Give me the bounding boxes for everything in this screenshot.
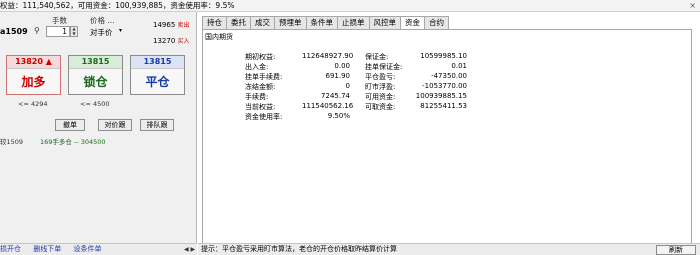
order-panel: a1509 ⚲ 手数 1 ▲ ▼ 价格 ... 对手价 ▾ 14965 卖出 13…: [0, 12, 197, 255]
funds-label: 当前权益:: [245, 103, 276, 111]
funds-value: 9.50%: [327, 112, 350, 120]
buy-price: 13820 ▲: [7, 56, 60, 69]
sell-price: 13815: [69, 56, 122, 69]
follow-queue-price-button[interactable]: 排队跟: [140, 119, 174, 131]
tab-preset-orders[interactable]: 预埋单: [274, 16, 307, 29]
funds-label: 挂单手续费:: [245, 73, 283, 81]
status-bar: 提示：平仓盈亏采用盯市算法，老仓的开仓价格取昨结算价计算 刷新: [198, 243, 700, 255]
funds-row: 盯市浮盈: -1053770.00: [365, 82, 467, 92]
funds-row: 当前权益: 111540562.16: [245, 102, 353, 112]
pane-scroll-arrows[interactable]: ◀ ▶: [184, 246, 195, 253]
funds-row: 保证金: 10599985.10: [365, 52, 467, 62]
qty-input[interactable]: 1: [46, 26, 70, 37]
sell-label: 锁仓: [83, 75, 108, 89]
chevron-down-icon[interactable]: ▾: [119, 27, 122, 34]
tab-risk-control[interactable]: 风控单: [368, 16, 401, 29]
close-position-button[interactable]: 13815 平仓: [130, 55, 185, 95]
close-icon[interactable]: ×: [689, 0, 696, 11]
funds-label: 出入金:: [245, 63, 269, 71]
funds-label: 冻结金额:: [245, 83, 276, 91]
funds-row: 冻结金额: 0: [245, 82, 350, 92]
funds-label: 挂单保证金:: [365, 63, 403, 71]
funds-label: 保证金:: [365, 53, 389, 61]
status-hint: 提示：平仓盈亏采用盯市算法，老仓的开仓价格取昨结算价计算: [201, 245, 397, 253]
price-type-select[interactable]: 对手价: [90, 27, 113, 38]
funds-row: 平仓盈亏: -47350.00: [365, 72, 467, 82]
funds-value: -1053770.00: [422, 82, 467, 90]
funds-label: 可取资金:: [365, 103, 396, 111]
qty-label: 手数: [52, 16, 67, 25]
buy-limit: <= 4294: [18, 100, 48, 108]
bid-price: 13270: [153, 37, 176, 45]
funds-value: -47350.00: [431, 72, 467, 80]
funds-value: 81255411.53: [420, 102, 467, 110]
funds-group-label: 国内期货: [205, 33, 233, 41]
funds-row: 可用资金: 100939885.15: [365, 92, 467, 102]
qty-stepper[interactable]: ▲ ▼: [70, 26, 78, 37]
funds-value: 0.01: [451, 62, 467, 70]
funds-panel: 国内期货 期初权益: 112648927.90 出入金: 0.00 挂单手续费:…: [202, 29, 692, 247]
funds-label: 平仓盈亏:: [365, 73, 396, 81]
funds-label: 盯市浮盈:: [365, 83, 396, 91]
position-contract[interactable]: 较1509: [0, 136, 23, 146]
funds-row: 期初权益: 112648927.90: [245, 52, 353, 62]
contract-code[interactable]: a1509: [0, 27, 28, 36]
tab-contracts[interactable]: 合约: [424, 16, 449, 29]
funds-value: 7245.74: [321, 92, 350, 100]
funds-label: 手续费:: [245, 93, 269, 101]
funds-row: 出入金: 0.00: [245, 62, 350, 72]
tab-trades[interactable]: 成交: [250, 16, 275, 29]
left-bottom-bar: 损开仓 删线下单 设条件单: [0, 243, 197, 255]
quick-open-link[interactable]: 损开仓: [0, 245, 21, 253]
funds-row: 可取资金: 81255411.53: [365, 102, 467, 112]
buy-label: 加多: [21, 75, 46, 89]
tab-funds[interactable]: 资金: [400, 16, 425, 30]
tab-orders[interactable]: 委托: [226, 16, 251, 29]
close-label: 平仓: [145, 75, 170, 89]
funds-row: 挂单手续费: 691.90: [245, 72, 350, 82]
funds-label: 资金使用率:: [245, 113, 283, 121]
sell-limit: <= 4500: [80, 100, 110, 108]
position-summary[interactable]: 169手多仓 -- 304500: [40, 136, 106, 146]
line-order-link[interactable]: 删线下单: [33, 245, 61, 253]
funds-value: 111540562.16: [302, 102, 354, 110]
follow-counter-price-button[interactable]: 对价跟: [98, 119, 132, 131]
funds-value: 112648927.90: [302, 52, 354, 60]
funds-value: 691.90: [325, 72, 351, 80]
set-condition-order-link[interactable]: 设条件单: [73, 245, 101, 253]
funds-row: 资金使用率: 9.50%: [245, 112, 350, 122]
funds-value: 0.00: [334, 62, 350, 70]
ask-tag: 卖出: [177, 22, 190, 29]
tab-stop-loss[interactable]: 止损单: [337, 16, 370, 29]
close-price: 13815: [131, 56, 184, 69]
buy-long-button[interactable]: 13820 ▲ 加多: [6, 55, 61, 95]
account-summary-text: 权益：111,540,562，可用资金：100,939,885，资金使用率：9.…: [0, 1, 235, 10]
account-summary-bar: 权益：111,540,562，可用资金：100,939,885，资金使用率：9.…: [0, 0, 700, 12]
funds-label: 可用资金:: [365, 93, 396, 101]
funds-value: 0: [345, 82, 350, 90]
funds-row: 手续费: 7245.74: [245, 92, 350, 102]
tab-bar: 持仓 委托 成交 预埋单 条件单 止损单 风控单 资金 合约: [202, 16, 449, 30]
lock-position-button[interactable]: 13815 锁仓: [68, 55, 123, 95]
funds-row: 挂单保证金: 0.01: [365, 62, 467, 72]
bid-quote: 13270 买入: [153, 36, 190, 45]
ask-quote: 14965 卖出: [153, 20, 190, 29]
ask-price: 14965: [153, 21, 176, 29]
search-icon[interactable]: ⚲: [34, 26, 40, 35]
cancel-order-button[interactable]: 撤单: [55, 119, 85, 131]
funds-value: 10599985.10: [420, 52, 467, 60]
funds-value: 100939885.15: [415, 92, 467, 100]
bid-tag: 买入: [177, 38, 190, 45]
tab-positions[interactable]: 持仓: [202, 16, 227, 29]
refresh-button[interactable]: 刷新: [656, 245, 696, 255]
funds-label: 期初权益:: [245, 53, 276, 61]
account-panel: 持仓 委托 成交 预埋单 条件单 止损单 风控单 资金 合约 国内期货 期初权益…: [198, 12, 700, 255]
tab-condition-orders[interactable]: 条件单: [305, 16, 338, 29]
price-label[interactable]: 价格 ...: [90, 15, 115, 26]
